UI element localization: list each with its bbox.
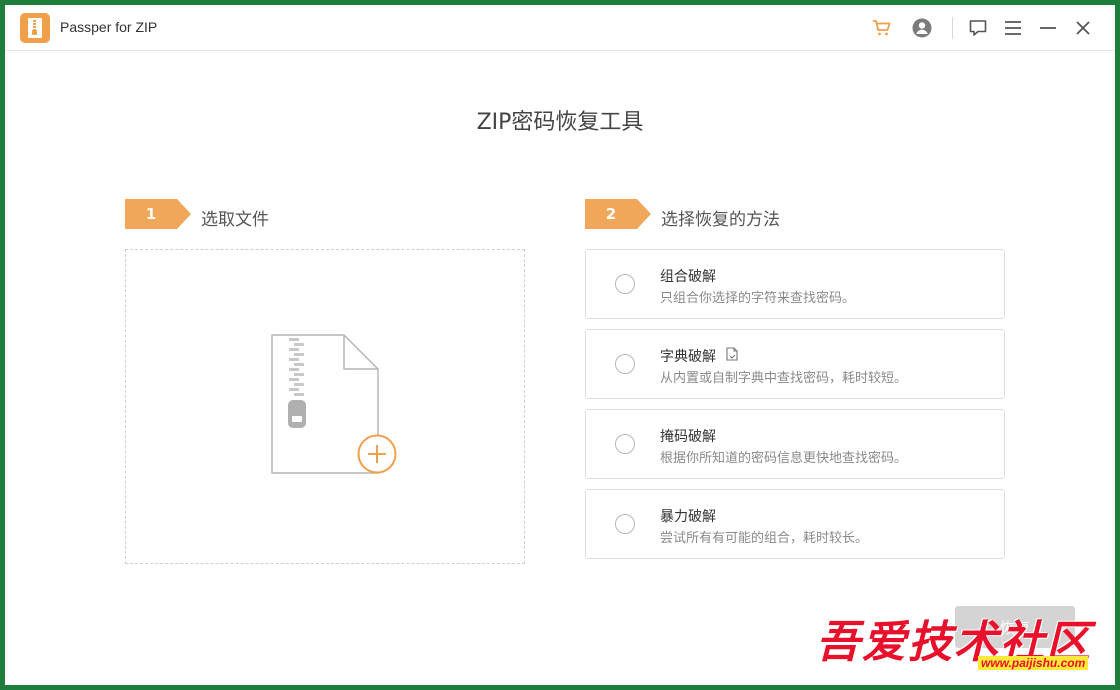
method-description: 只组合你选择的字符来查找密码。 [660, 291, 856, 306]
method-description: 尝试所有有可能的组合，耗时较长。 [660, 531, 869, 546]
method-brute-force[interactable]: 暴力破解 尝试所有有可能的组合，耗时较长。 [585, 489, 1005, 559]
cart-icon[interactable] [871, 17, 893, 39]
method-combination[interactable]: 组合破解 只组合你选择的字符来查找密码。 [585, 249, 1005, 319]
app-logo-icon [20, 13, 50, 43]
toolbar-divider [952, 17, 953, 39]
step-2-number: 2 [585, 199, 637, 229]
method-dictionary[interactable]: 字典破解 从内置或自制字典中查找密码，耗时较短。 [585, 329, 1005, 399]
minimize-icon[interactable] [1037, 17, 1059, 39]
title-bar: Passper for ZIP [5, 5, 1115, 51]
step-2-label: 选择恢复的方法 [661, 210, 780, 230]
add-zip-file-icon[interactable] [271, 334, 401, 483]
method-title: 组合破解 [660, 269, 716, 285]
radio-button[interactable] [615, 514, 635, 534]
file-drop-zone[interactable] [125, 249, 525, 564]
radio-button[interactable] [615, 434, 635, 454]
method-description: 从内置或自制字典中查找密码，耗时较短。 [660, 371, 908, 386]
method-title: 暴力破解 [660, 509, 716, 525]
account-icon[interactable] [911, 17, 933, 39]
close-icon[interactable] [1072, 17, 1094, 39]
page-title: ZIP密码恢复工具 [476, 110, 644, 135]
step-2-badge: 2 [585, 199, 651, 229]
menu-icon[interactable] [1002, 17, 1024, 39]
app-title: Passper for ZIP [60, 19, 158, 35]
method-title: 字典破解 [660, 349, 716, 365]
step-1-badge: 1 [125, 199, 191, 229]
step-1-label: 选取文件 [201, 210, 269, 230]
site-watermark: 吾爱技术社区 www.paijishu.com [816, 606, 1116, 676]
step-1-number: 1 [125, 199, 177, 229]
method-title: 掩码破解 [660, 429, 716, 445]
watermark-url: www.paijishu.com [978, 656, 1089, 670]
radio-button[interactable] [615, 274, 635, 294]
dictionary-file-icon[interactable] [726, 346, 739, 365]
feedback-icon[interactable] [967, 17, 989, 39]
method-description: 根据你所知道的密码信息更快地查找密码。 [660, 451, 908, 466]
radio-button[interactable] [615, 354, 635, 374]
method-mask[interactable]: 掩码破解 根据你所知道的密码信息更快地查找密码。 [585, 409, 1005, 479]
